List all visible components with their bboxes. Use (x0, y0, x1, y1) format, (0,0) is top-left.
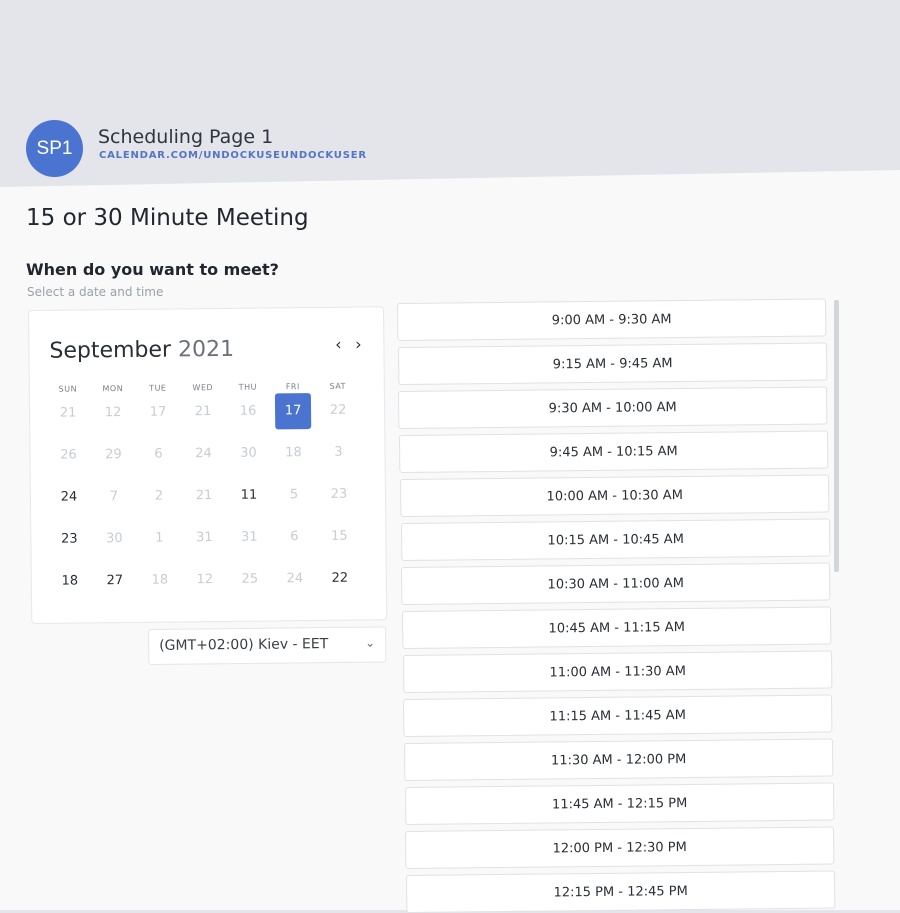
time-slot-button[interactable]: 9:45 AM - 10:15 AM (399, 430, 829, 473)
time-slot-button[interactable]: 11:15 AM - 11:45 AM (403, 694, 833, 737)
time-slot-button[interactable]: 11:30 AM - 12:00 PM (404, 738, 834, 781)
time-slot-button[interactable]: 10:00 AM - 10:30 AM (399, 474, 830, 517)
time-slot-button[interactable]: 11:45 AM - 12:15 PM (404, 782, 835, 825)
time-slot-button[interactable]: 9:00 AM - 9:30 AM (397, 298, 827, 341)
time-slot-button[interactable]: 10:45 AM - 11:15 AM (401, 606, 832, 649)
slots-scrollbar[interactable] (834, 300, 839, 572)
time-slot-list: 9:00 AM - 9:30 AM 9:15 AM - 9:45 AM 9:30 A… (0, 0, 900, 913)
time-slot-button[interactable]: 12:00 PM - 12:30 PM (405, 826, 835, 869)
time-slot-button[interactable]: 10:30 AM - 11:00 AM (401, 562, 831, 605)
time-slot-button[interactable]: 12:15 PM - 12:45 PM (406, 870, 836, 913)
time-slot-button[interactable]: 11:00 AM - 11:30 AM (402, 650, 832, 693)
time-slot-button[interactable]: 9:30 AM - 10:00 AM (398, 386, 828, 429)
time-slot-button[interactable]: 10:15 AM - 10:45 AM (400, 518, 830, 561)
time-slot-button[interactable]: 9:15 AM - 9:45 AM (397, 342, 828, 385)
